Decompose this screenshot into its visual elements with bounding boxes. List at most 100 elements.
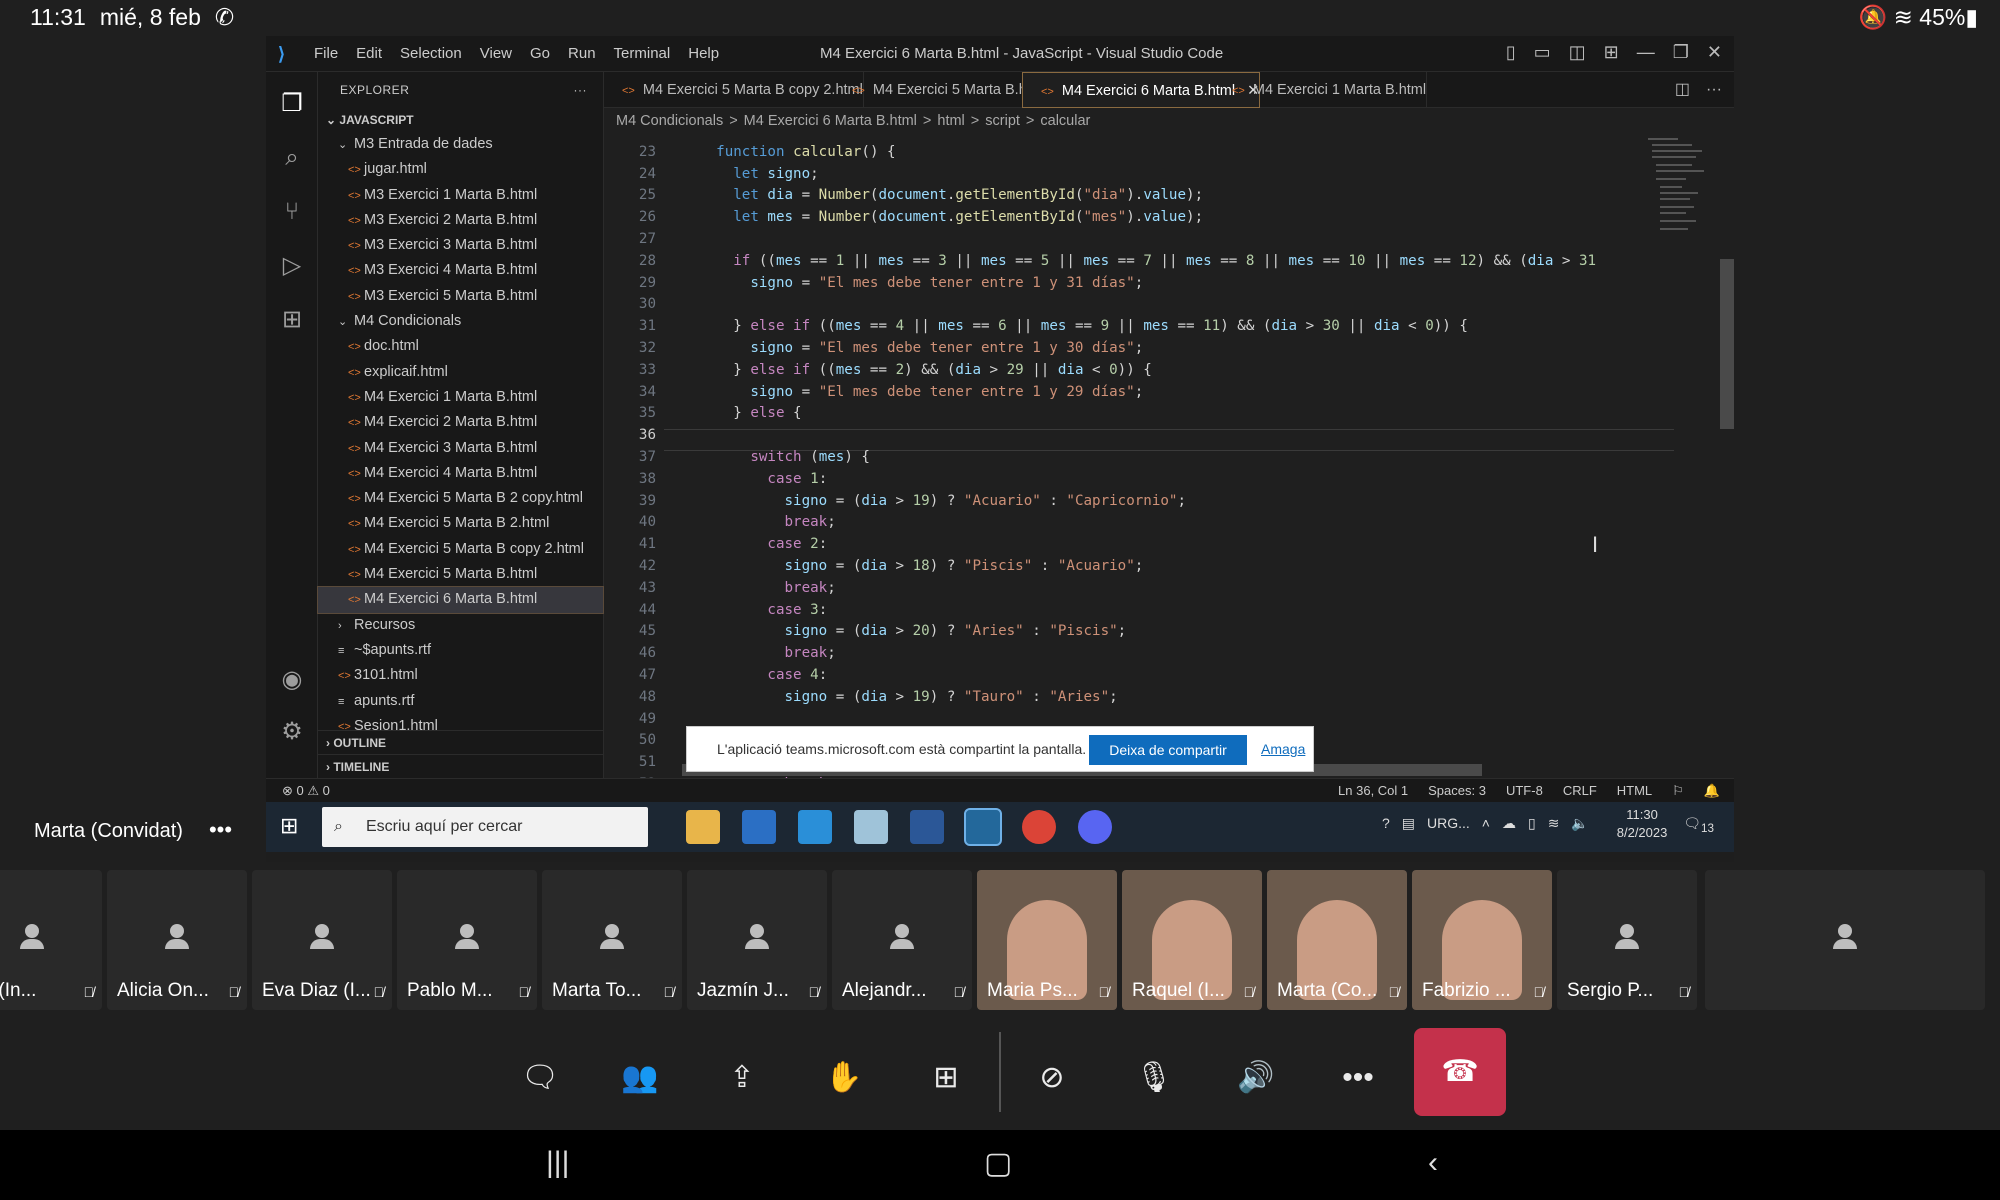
customize-layout-icon[interactable]: ⊞ (1604, 42, 1619, 62)
code-line[interactable]: case 2: (682, 536, 827, 552)
editor-tab[interactable]: <> M4 Exercici 5 Marta B.html (834, 72, 1048, 108)
language-mode[interactable]: HTML (1617, 783, 1652, 798)
breadcrumb-item[interactable]: script (985, 113, 1020, 129)
layout-sidebar-icon[interactable]: ▯ (1506, 42, 1516, 62)
file-item[interactable]: <> M4 Exercici 4 Marta B.html (318, 461, 603, 486)
participant-tile[interactable]: Maria Ps... 🎙̸ (977, 870, 1117, 1010)
menu-go[interactable]: Go (530, 45, 550, 62)
participant-tile[interactable]: Sergio P... 🎙̸ (1557, 870, 1697, 1010)
layout-panel-icon[interactable]: ▭ (1534, 42, 1551, 62)
participant-tile[interactable]: Marta (Co... 🎙̸ (1267, 870, 1407, 1010)
code-line[interactable]: let dia = Number(document.getElementById… (682, 187, 1203, 203)
code-line[interactable]: } else if ((mes == 4 || mes == 6 || mes … (682, 318, 1468, 334)
edge-icon[interactable] (798, 810, 832, 844)
run-debug-icon[interactable]: ▷ (278, 252, 306, 280)
file-item[interactable]: ≡ ~$apunts.rtf (318, 638, 603, 663)
chevron-up-icon[interactable]: ˄ (1482, 815, 1490, 831)
breadcrumb-item[interactable]: M4 Condicionals (616, 113, 723, 129)
outlook-icon[interactable] (742, 810, 776, 844)
chat-icon[interactable]: 🗨 (514, 1052, 566, 1104)
vertical-scrollbar[interactable] (1720, 259, 1734, 429)
news-icon[interactable]: ▤ (1402, 815, 1415, 831)
editor-tab[interactable]: <> M4 Exercici 5 Marta B copy 2.html (604, 72, 864, 108)
code-line[interactable]: signo = (dia > 18) ? "Piscis" : "Acuario… (682, 558, 1144, 574)
breadcrumb-item[interactable]: M4 Exercici 6 Marta B.html (744, 113, 917, 129)
word-icon[interactable] (910, 810, 944, 844)
more-options-icon[interactable]: ••• (1332, 1052, 1384, 1104)
timeline-section[interactable]: › TIMELINE (318, 754, 604, 778)
code-line[interactable]: function calcular() { (682, 144, 895, 160)
participant-tile[interactable]: Marta To... 🎙̸ (542, 870, 682, 1010)
feedback-icon[interactable]: ⚐ (1672, 783, 1684, 798)
search-icon[interactable]: ⌕ (278, 144, 306, 172)
file-item[interactable]: <> M4 Exercici 5 Marta B copy 2.html (318, 537, 603, 562)
code-line[interactable]: } else if ((mes == 2) && (dia > 29 || di… (682, 362, 1152, 378)
taskbar-clock[interactable]: 11:30 8/2/2023 (1605, 806, 1668, 842)
code-line[interactable]: switch (mes) { (682, 449, 870, 465)
windows-start-icon[interactable]: ⊞ (280, 814, 304, 838)
bell-icon[interactable]: 🔔 (1704, 783, 1720, 798)
layout-split-icon[interactable]: ◫ (1569, 42, 1586, 62)
code-line[interactable]: signo = "El mes debe tener entre 1 y 29 … (682, 384, 1143, 400)
help-icon[interactable]: ? (1382, 815, 1390, 831)
raise-hand-icon[interactable]: ✋ (818, 1052, 870, 1104)
stop-sharing-button[interactable]: Deixa de compartir (1089, 735, 1247, 765)
participant-tile[interactable]: Alicia On... 🎙̸ (107, 870, 247, 1010)
volume-icon[interactable]: 🔈 (1571, 815, 1588, 831)
split-editor-icon[interactable]: ◫ (1675, 81, 1690, 98)
usb-icon[interactable]: ▯ (1528, 815, 1536, 831)
file-item[interactable]: <> explicaif.html (318, 360, 603, 385)
file-item[interactable]: <> M3 Exercici 3 Marta B.html (318, 233, 603, 258)
account-icon[interactable]: ◉ (278, 666, 306, 694)
tray-label[interactable]: URG... (1427, 815, 1470, 831)
participants-icon[interactable]: 👥 (614, 1052, 666, 1104)
file-item[interactable]: <> M3 Exercici 5 Marta B.html (318, 284, 603, 309)
code-line[interactable]: let signo; (682, 166, 818, 182)
code-line[interactable]: } else { (682, 405, 801, 421)
code-line[interactable]: signo = "El mes debe tener entre 1 y 30 … (682, 340, 1143, 356)
problems-indicator[interactable]: ⊗ 0 ⚠ 0 (282, 779, 330, 803)
participant-tile[interactable]: ga (In... 🎙̸ (0, 870, 102, 1010)
file-item[interactable]: <> doc.html (318, 334, 603, 359)
speaker-icon[interactable]: 🔊 (1230, 1052, 1282, 1104)
folder-item[interactable]: ⌄ M3 Entrada de dades (318, 132, 603, 157)
folder-item[interactable]: ⌄ M4 Condicionals (318, 309, 603, 334)
file-explorer-icon[interactable] (686, 810, 720, 844)
discord-icon[interactable] (1078, 810, 1112, 844)
explorer-icon[interactable]: ❐ (278, 90, 306, 118)
presenter-more-icon[interactable]: ••• (209, 817, 232, 842)
hide-banner-link[interactable]: Amaga (1261, 741, 1305, 757)
gear-icon[interactable]: ⚙ (278, 718, 306, 746)
code-line[interactable]: break; (682, 645, 836, 661)
file-item[interactable]: <> M4 Exercici 6 Marta B.html (317, 586, 604, 614)
minimize-button[interactable]: — (1637, 42, 1655, 62)
file-item[interactable]: <> 3101.html (318, 663, 603, 688)
code-editor[interactable]: 22 23 function calcular() {24 let signo; 2… (604, 134, 1734, 778)
code-line[interactable]: signo = (dia > 19) ? "Tauro" : "Aries"; (682, 689, 1118, 705)
recents-icon[interactable]: ||| (546, 1146, 569, 1180)
close-window-button[interactable]: ✕ (1707, 42, 1722, 62)
outline-section[interactable]: › OUTLINE (318, 730, 604, 754)
menu-selection[interactable]: Selection (400, 45, 462, 62)
breadcrumb-item[interactable]: calcular (1040, 113, 1090, 129)
menu-edit[interactable]: Edit (356, 45, 382, 62)
encoding[interactable]: UTF-8 (1506, 783, 1543, 798)
cursor-position[interactable]: Ln 36, Col 1 (1338, 783, 1408, 798)
hang-up-button[interactable]: ☎ (1414, 1028, 1506, 1116)
participant-tile[interactable]: Jazmín J... 🎙̸ (687, 870, 827, 1010)
file-item[interactable]: <> M3 Exercici 2 Marta B.html (318, 208, 603, 233)
code-line[interactable]: if ((mes == 1 || mes == 3 || mes == 5 ||… (682, 253, 1596, 269)
more-actions-icon[interactable]: ··· (574, 72, 588, 108)
participant-tile[interactable]: Eva Diaz (I... 🎙̸ (252, 870, 392, 1010)
file-item[interactable]: <> M4 Exercici 5 Marta B 2.html (318, 511, 603, 536)
home-icon[interactable]: ▢ (984, 1146, 1012, 1181)
taskbar-search[interactable]: ⌕ Escriu aquí per cercar (322, 807, 648, 847)
file-item[interactable]: <> M4 Exercici 5 Marta B 2 copy.html (318, 486, 603, 511)
source-control-icon[interactable]: ⑂ (278, 198, 306, 226)
mic-off-icon[interactable]: 🎙 (1128, 1052, 1180, 1104)
notifications-icon[interactable]: 🗨13 (1683, 815, 1714, 835)
code-line[interactable]: signo = "El mes debe tener entre 1 y 31 … (682, 275, 1143, 291)
back-icon[interactable]: ‹ (1428, 1146, 1438, 1180)
line-ending[interactable]: CRLF (1563, 783, 1597, 798)
code-line[interactable]: case 3: (682, 602, 827, 618)
